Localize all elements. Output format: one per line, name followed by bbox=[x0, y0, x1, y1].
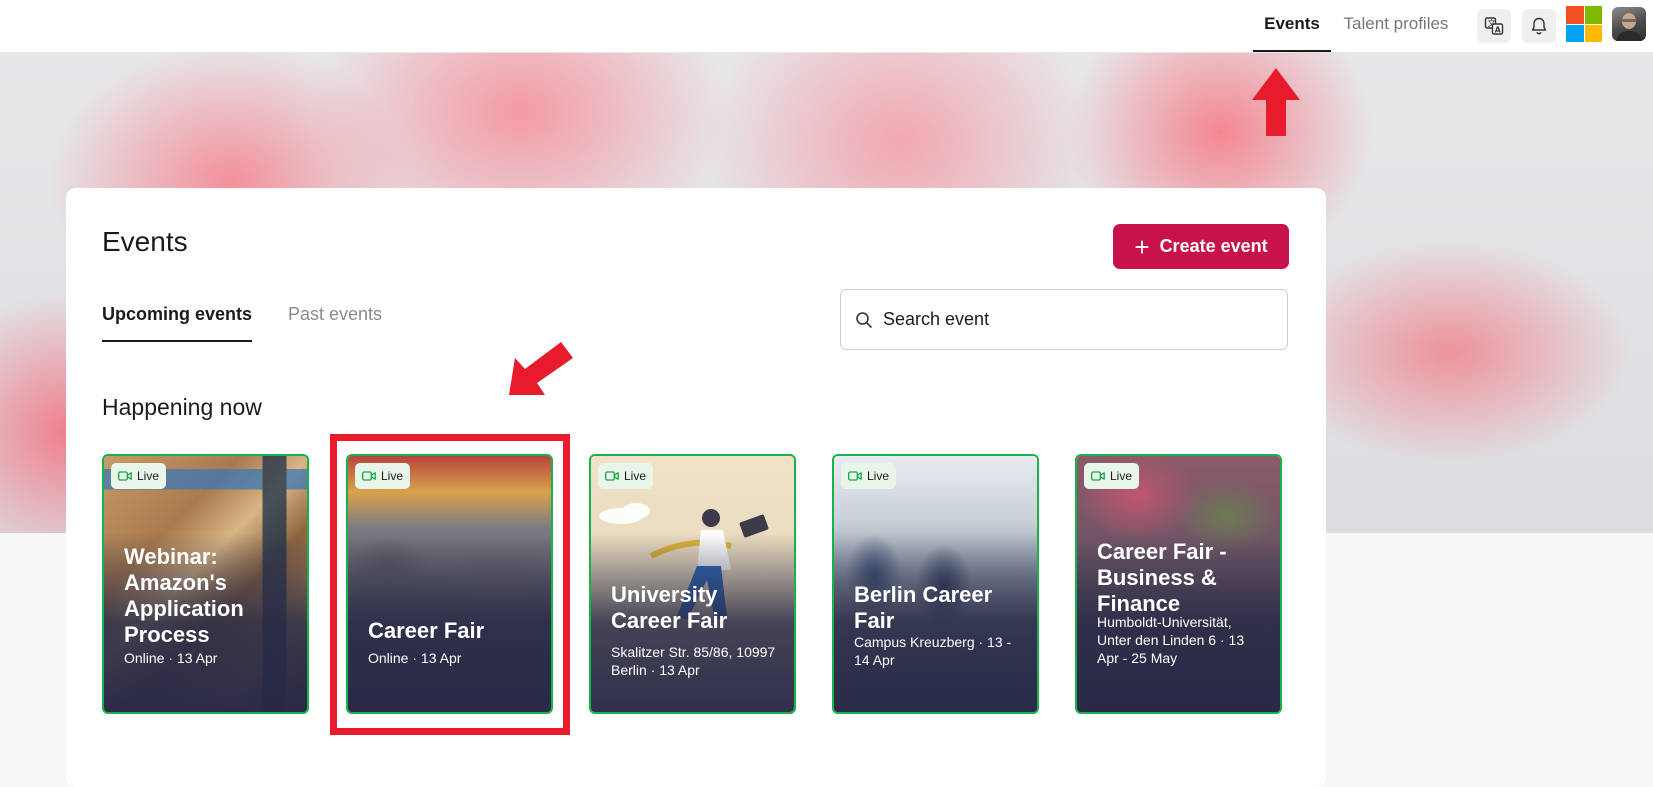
live-badge-label: Live bbox=[867, 469, 890, 483]
tab-upcoming-events[interactable]: Upcoming events bbox=[102, 304, 253, 342]
live-badge: Live bbox=[598, 463, 654, 489]
create-event-button[interactable]: + Create event bbox=[1113, 224, 1289, 269]
live-badge: Live bbox=[841, 463, 897, 489]
event-title: University Career Fair bbox=[611, 582, 728, 633]
live-badge-label: Live bbox=[137, 469, 160, 483]
live-badge: Live bbox=[111, 463, 167, 489]
event-title: Webinar: Amazon's Application Process bbox=[124, 544, 244, 647]
tab-past-events[interactable]: Past events bbox=[288, 304, 382, 342]
live-badge-label: Live bbox=[1110, 469, 1133, 483]
event-title: Career Fair - Business & Finance bbox=[1097, 539, 1227, 616]
video-camera-icon bbox=[848, 471, 862, 481]
live-badge: Live bbox=[1084, 463, 1140, 489]
plus-icon: + bbox=[1134, 231, 1150, 262]
page-title: Events bbox=[102, 226, 188, 257]
live-badge-label: Live bbox=[624, 469, 647, 483]
translate-icon: 文 A bbox=[1484, 17, 1504, 35]
event-card-berlin-career-fair[interactable]: Live Berlin Career Fair Campus Kreuzberg… bbox=[832, 454, 1039, 714]
events-panel: Events + Create event Upcoming events Pa… bbox=[66, 188, 1326, 787]
live-badge-label: Live bbox=[381, 469, 404, 483]
notifications-button[interactable] bbox=[1522, 9, 1556, 43]
video-camera-icon bbox=[362, 471, 376, 481]
svg-text:A: A bbox=[1495, 25, 1502, 34]
annotation-arrow-up bbox=[1252, 68, 1300, 136]
search-icon bbox=[856, 311, 872, 328]
create-event-label: Create event bbox=[1159, 236, 1268, 256]
event-info: Online · 13 Apr bbox=[124, 650, 218, 666]
user-avatar[interactable] bbox=[1612, 7, 1646, 41]
event-info: Campus Kreuzberg · 13 - 14 Apr bbox=[854, 634, 1012, 668]
event-title: Berlin Career Fair bbox=[854, 582, 993, 633]
microsoft-logo[interactable] bbox=[1566, 6, 1602, 42]
bell-icon bbox=[1531, 17, 1547, 35]
nav-tab-talent-profiles[interactable]: Talent profiles bbox=[1341, 0, 1451, 52]
section-title-happening-now: Happening now bbox=[102, 394, 262, 420]
video-camera-icon bbox=[118, 471, 132, 481]
search-box[interactable] bbox=[840, 289, 1288, 350]
event-card-university-career-fair[interactable]: Live University Career Fair Skalitzer St… bbox=[589, 454, 796, 714]
event-card-amazon-webinar[interactable]: Live Webinar: Amazon's Application Proce… bbox=[102, 454, 309, 714]
live-badge: Live bbox=[355, 463, 411, 489]
event-info: Humboldt-Universität, Unter den Linden 6… bbox=[1097, 614, 1245, 666]
top-navigation-bar: Events Talent profiles 文 A bbox=[0, 0, 1653, 53]
translate-button[interactable]: 文 A bbox=[1477, 9, 1511, 43]
annotation-arrow-diagonal bbox=[509, 342, 573, 395]
event-info: Skalitzer Str. 85/86, 10997 Berlin · 13 … bbox=[611, 644, 776, 678]
event-card-career-fair-business-finance[interactable]: Live Career Fair - Business & Finance Hu… bbox=[1075, 454, 1282, 714]
event-info: Online · 13 Apr bbox=[368, 650, 462, 666]
event-card-career-fair[interactable]: Live Career Fair Online · 13 Apr bbox=[346, 454, 553, 714]
search-input[interactable] bbox=[881, 308, 1265, 331]
video-camera-icon bbox=[605, 471, 619, 481]
nav-tab-events[interactable]: Events bbox=[1253, 0, 1331, 52]
event-title: Career Fair bbox=[368, 618, 485, 643]
video-camera-icon bbox=[1091, 471, 1105, 481]
